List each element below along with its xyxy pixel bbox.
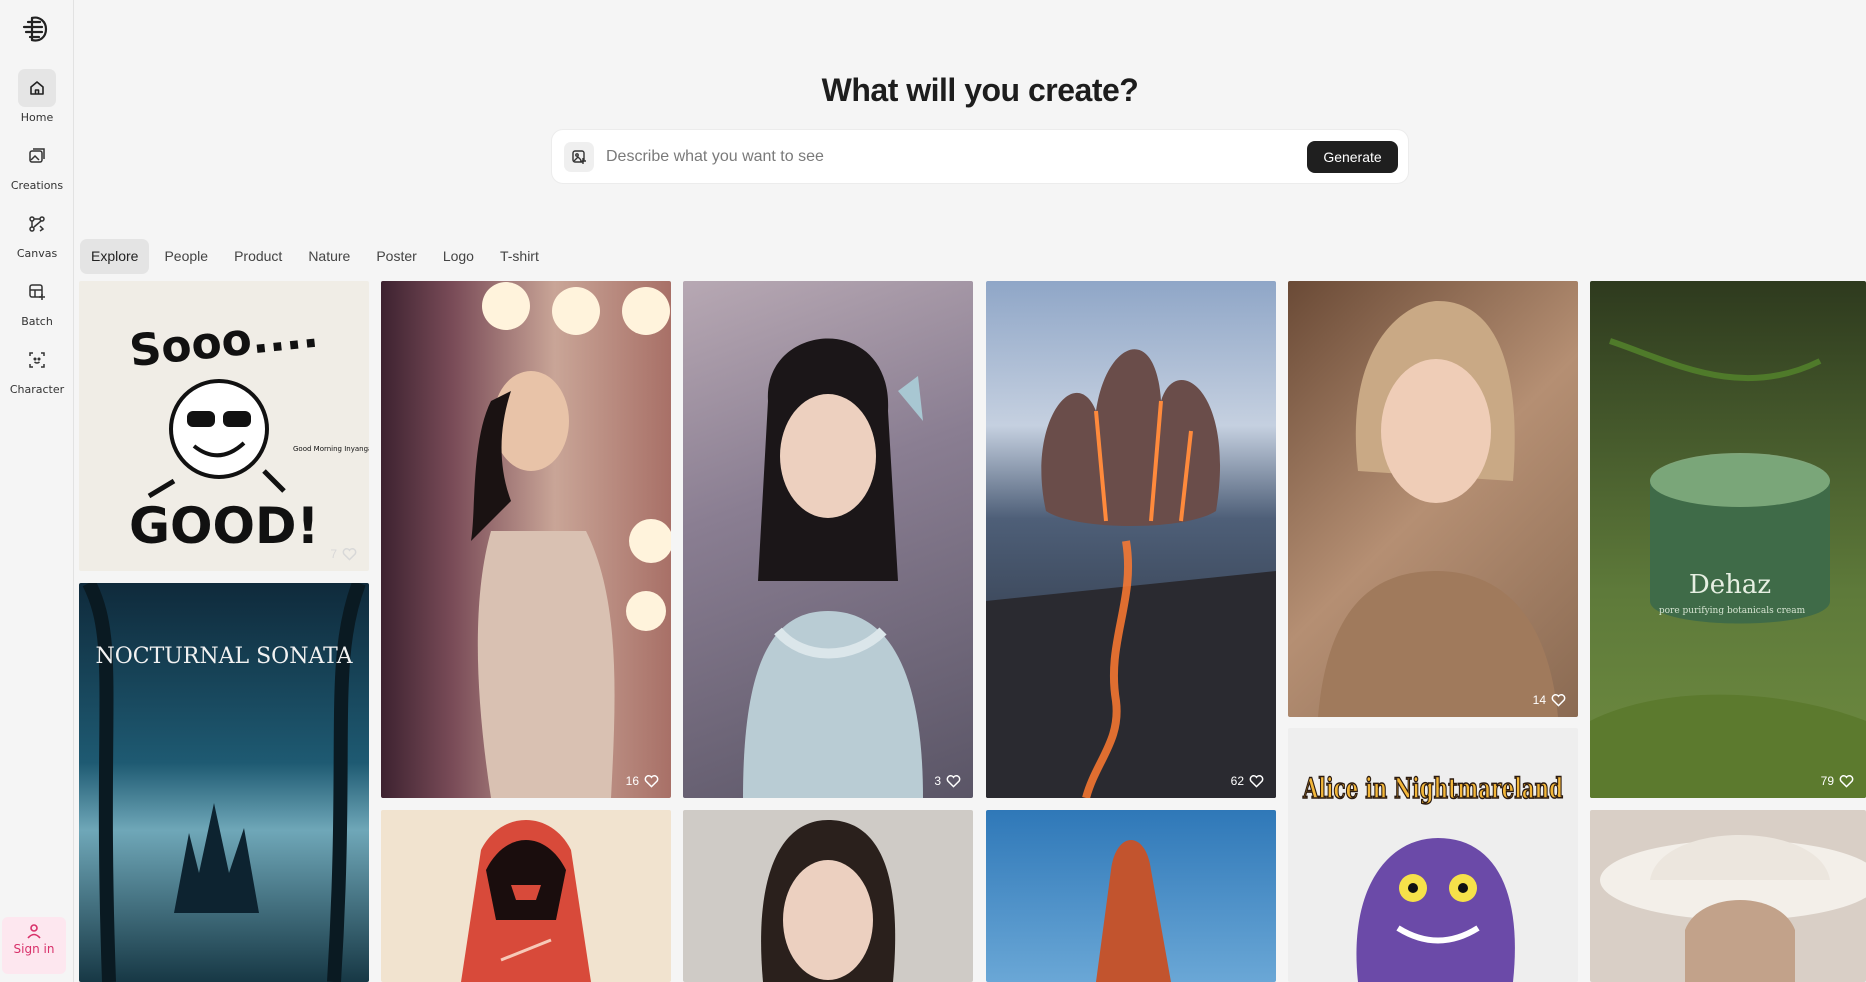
heart-icon (342, 548, 357, 561)
gallery-card-blue-ruffle[interactable]: 3 (683, 281, 973, 798)
character-icon (18, 341, 56, 379)
nav-label: Creations (10, 179, 64, 192)
card-artwork (986, 349, 1276, 798)
card-artwork: Dehaz pore purifying botanicals cream (1590, 338, 1866, 798)
gallery-card-sooo-good[interactable]: Sooo.... Good Morning Inyanga GOOD! 7 (79, 281, 369, 571)
nav-label: Batch (21, 315, 53, 328)
card-artwork (1096, 840, 1171, 982)
card-small-text: Good Morning Inyanga (293, 445, 369, 453)
nav-item-creations[interactable]: Creations (0, 137, 74, 192)
image-icon (18, 137, 56, 175)
heart-icon (946, 775, 961, 788)
like-count: 14 (1532, 693, 1546, 707)
like-counter[interactable]: 16 (626, 774, 659, 788)
sidebar: Home Creations Canvas Batch Character Si… (0, 0, 74, 982)
nav-label: Canvas (16, 247, 58, 260)
page-title: What will you create? (821, 72, 1139, 108)
like-counter[interactable]: 14 (1533, 693, 1566, 707)
gallery-card-nocturnal-sonata[interactable]: NOCTURNAL SONATA (79, 583, 369, 982)
sign-in-button[interactable]: Sign in (2, 917, 66, 974)
sign-in-label: Sign in (13, 942, 55, 956)
like-count: 79 (1820, 774, 1834, 788)
image-upload-button[interactable] (564, 142, 594, 172)
heart-icon (644, 775, 659, 788)
tab-tshirt[interactable]: T-shirt (489, 239, 550, 274)
like-counter[interactable]: 3 (934, 774, 961, 788)
card-brand: Dehaz (1689, 570, 1771, 600)
heart-icon (1839, 775, 1854, 788)
image-upload-icon (572, 150, 586, 164)
card-artwork (461, 820, 591, 982)
nav-item-character[interactable]: Character (0, 341, 74, 396)
gallery-card-dark-poster[interactable] (381, 810, 671, 982)
gallery-card-desert-rock[interactable] (986, 810, 1276, 982)
card-artwork (471, 282, 671, 798)
card-artwork: NOCTURNAL SONATA (82, 583, 366, 982)
like-count: 16 (625, 774, 639, 788)
gallery-card-white-hat[interactable] (1590, 810, 1866, 982)
tab-logo[interactable]: Logo (432, 239, 485, 274)
like-counter[interactable]: 79 (1821, 774, 1854, 788)
card-artwork: Sooo.... Good Morning Inyanga GOOD! (127, 307, 369, 555)
user-icon (27, 924, 41, 939)
tab-product[interactable]: Product (223, 239, 293, 274)
generate-button[interactable]: Generate (1307, 141, 1398, 173)
card-artwork (743, 338, 923, 798)
tab-people[interactable]: People (153, 239, 219, 274)
prompt-bar: Generate (551, 129, 1409, 184)
gallery-card-blonde-portrait[interactable]: 14 (1288, 281, 1578, 717)
tab-explore[interactable]: Explore (80, 239, 150, 274)
gallery-card-silk-dress[interactable]: 16 (381, 281, 671, 798)
card-title: Alice in Nightmareland (1302, 772, 1563, 805)
gallery-card-portrait-smile[interactable] (683, 810, 973, 982)
card-title-bottom: GOOD! (129, 497, 319, 555)
nav-label: Character (9, 383, 65, 396)
card-title-top: Sooo.... (127, 307, 321, 378)
card-artwork: Alice in Nightmareland (1302, 771, 1564, 982)
heart-icon (1551, 694, 1566, 707)
card-tagline: pore purifying botanicals cream (1659, 606, 1806, 616)
gallery-card-alice-nightmareland[interactable]: Alice in Nightmareland (1288, 728, 1578, 982)
brand-logo[interactable] (18, 12, 52, 46)
heart-icon (1249, 775, 1264, 788)
gallery-card-lava-sculpture[interactable]: 62 (986, 281, 1276, 798)
gallery-card-dehaz-cream[interactable]: Dehaz pore purifying botanicals cream 79 (1590, 281, 1866, 798)
nav-label: Home (20, 111, 54, 124)
card-artwork (1318, 301, 1558, 717)
tab-poster[interactable]: Poster (365, 239, 427, 274)
like-count: 7 (330, 547, 337, 561)
batch-icon (18, 273, 56, 311)
like-counter[interactable]: 62 (1231, 774, 1264, 788)
like-count: 3 (934, 774, 941, 788)
like-counter[interactable]: 7 (330, 547, 357, 561)
tab-nature[interactable]: Nature (297, 239, 361, 274)
prompt-input[interactable] (606, 138, 1246, 176)
nav-item-canvas[interactable]: Canvas (0, 205, 74, 260)
like-count: 62 (1230, 774, 1244, 788)
canvas-icon (18, 205, 56, 243)
card-artwork (1600, 835, 1866, 982)
category-tabs: Explore People Product Nature Poster Log… (80, 239, 550, 274)
nav-item-batch[interactable]: Batch (0, 273, 74, 328)
card-artwork (761, 820, 896, 982)
card-title: NOCTURNAL SONATA (95, 644, 353, 669)
